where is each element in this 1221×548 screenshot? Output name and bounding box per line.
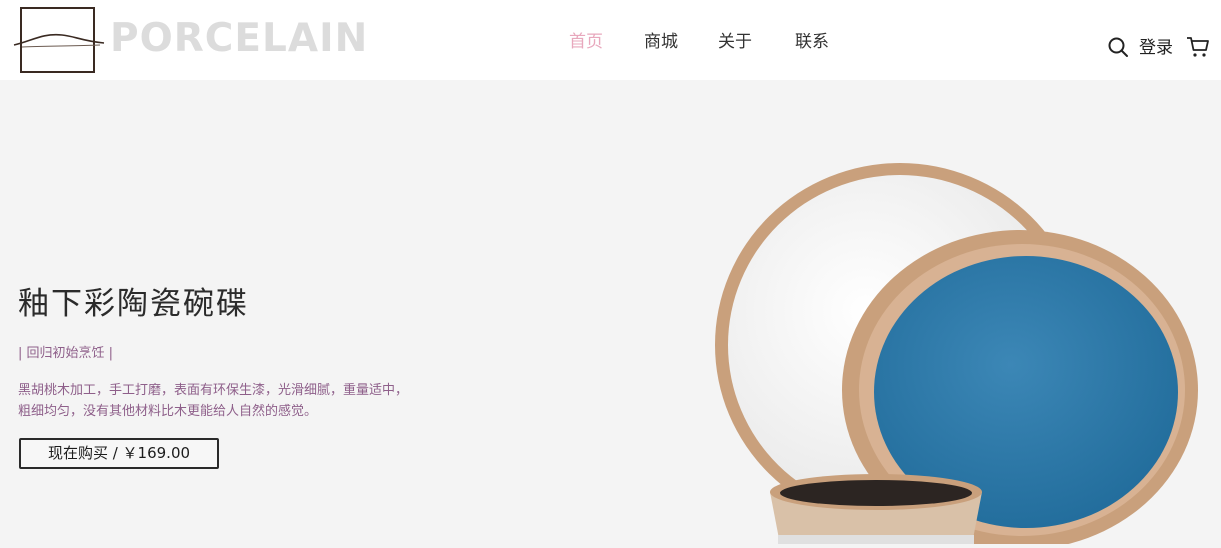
hero-description: 黑胡桃木加工，手工打磨，表面有环保生漆，光滑细腻，重量适中，粗细均匀，没有其他材… <box>18 383 409 419</box>
brand-logo-text[interactable]: PORCELAIN <box>110 16 368 62</box>
logo-icon[interactable] <box>13 7 105 73</box>
buy-now-button[interactable]: 现在购买 / ￥169.00 <box>19 438 219 469</box>
cart-icon[interactable] <box>1186 35 1210 59</box>
hero-title: 釉下彩陶瓷碗碟 <box>18 286 249 322</box>
nav-item-home[interactable]: 首页 <box>569 30 603 54</box>
login-link[interactable]: 登录 <box>1139 36 1173 60</box>
search-icon[interactable] <box>1107 36 1129 58</box>
nav-item-about[interactable]: 关于 <box>718 30 752 54</box>
product-image <box>690 140 1221 548</box>
nav-item-shop[interactable]: 商城 <box>644 30 678 54</box>
hero-subtitle: | 回归初始烹饪 | <box>18 346 114 361</box>
site-header: PORCELAIN 首页 商城 关于 联系 登录 <box>0 0 1221 80</box>
nav-item-contact[interactable]: 联系 <box>795 30 829 54</box>
